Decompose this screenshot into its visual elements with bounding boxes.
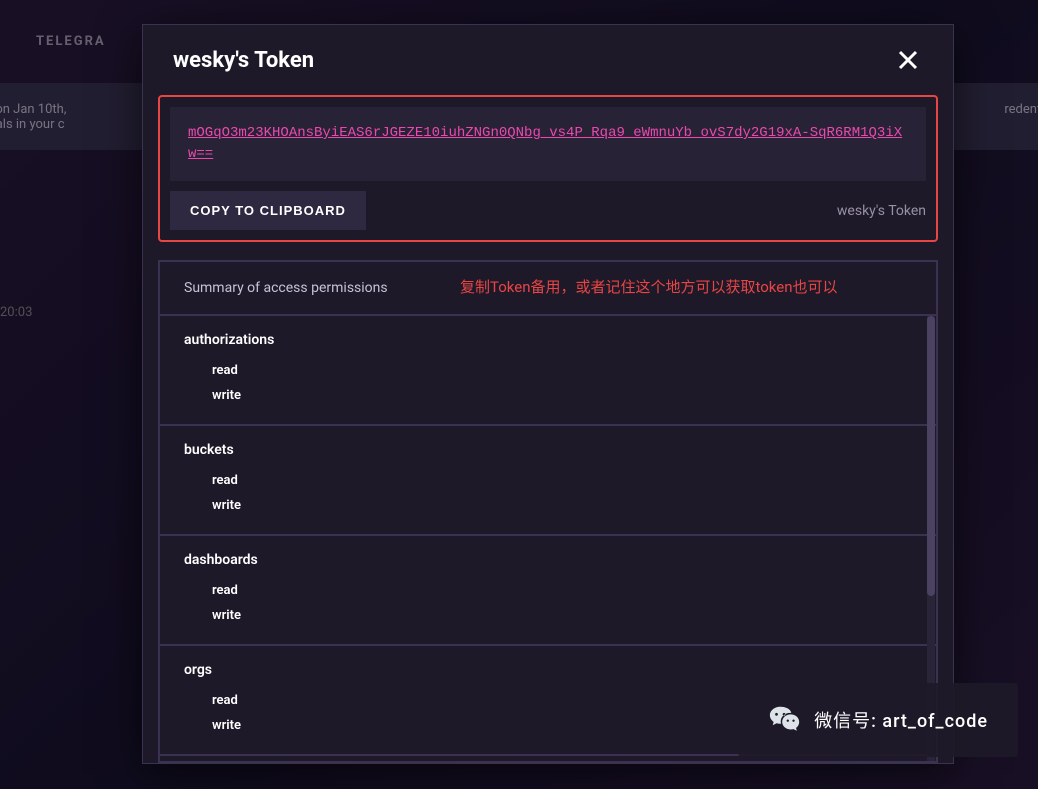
permission-item: write	[184, 493, 912, 518]
token-modal: wesky's Token mOGqO3m23KHOAnsByiEAS6rJGE…	[142, 24, 954, 764]
wechat-overlay: 微信号: art_of_code	[738, 683, 1018, 757]
permission-group-title: dashboards	[184, 552, 912, 568]
token-value-box[interactable]: mOGqO3m23KHOAnsByiEAS6rJGEZE10iuhZNGn0QN…	[170, 107, 926, 181]
permission-group-title: buckets	[184, 442, 912, 458]
permission-item: read	[184, 358, 912, 383]
modal-title: wesky's Token	[173, 48, 314, 73]
token-section-highlighted: mOGqO3m23KHOAnsByiEAS6rJGEZE10iuhZNGn0QN…	[158, 95, 938, 242]
modal-header: wesky's Token	[143, 25, 953, 95]
token-name-label: wesky's Token	[837, 203, 926, 219]
copy-to-clipboard-button[interactable]: COPY TO CLIPBOARD	[170, 191, 366, 230]
scrollbar-thumb[interactable]	[927, 316, 935, 596]
token-footer: COPY TO CLIPBOARD wesky's Token	[170, 181, 926, 230]
close-icon	[898, 50, 918, 70]
close-button[interactable]	[893, 45, 923, 75]
permission-group-title: orgs	[184, 662, 912, 678]
wechat-icon	[768, 703, 802, 737]
permission-group: buckets readwrite	[160, 426, 936, 536]
permission-item: write	[184, 383, 912, 408]
permission-item: write	[184, 603, 912, 628]
permission-item: read	[184, 468, 912, 493]
permission-group: authorizations readwrite	[160, 316, 936, 426]
annotation-text: 复制Token备用，或者记住这个地方可以获取token也可以	[460, 276, 900, 299]
permission-item: read	[184, 578, 912, 603]
wechat-label: 微信号: art_of_code	[814, 707, 988, 733]
permission-group: dashboards readwrite	[160, 536, 936, 646]
permission-group-title: authorizations	[184, 332, 912, 348]
